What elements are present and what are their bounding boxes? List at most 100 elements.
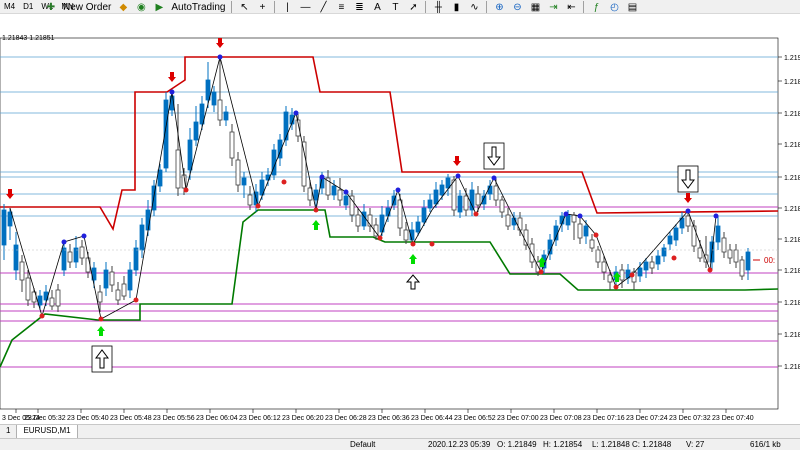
vertical-line-icon[interactable]: | (280, 1, 294, 13)
candlestick-icon[interactable]: ▮ (449, 1, 463, 13)
fibonacci-icon[interactable]: ≣ (352, 1, 366, 13)
candle-body (97, 291, 103, 303)
time-label: 23 Dec 07:00 (497, 415, 539, 422)
swing-high-dot (577, 213, 583, 219)
candle-body (655, 255, 661, 265)
tab-eurusd-m1[interactable]: EURUSD,M1 (17, 425, 78, 438)
text-tool-icon[interactable]: A (370, 1, 384, 13)
swing-low-dot (255, 203, 261, 209)
swing-high-dot (293, 110, 299, 116)
candle-body (79, 246, 85, 259)
autoscroll-icon[interactable]: ⇥ (546, 1, 560, 13)
candle-body (55, 289, 61, 307)
swing-high-dot (491, 175, 497, 181)
candle-body (355, 214, 361, 227)
swing-low-dot (39, 313, 45, 319)
candle-body (565, 214, 571, 226)
time-label: 23 Dec 07:32 (669, 415, 711, 422)
candle-body (685, 215, 691, 227)
resistance-line (0, 56, 779, 232)
time-label: 23 Dec 06:20 (282, 415, 324, 422)
buy-arrow-icon (312, 220, 320, 230)
candle-body (187, 139, 193, 171)
time-label: 23 Dec 06:28 (325, 415, 367, 422)
candle-body (715, 225, 721, 243)
price-chart[interactable]: 00: 1.219 1.218 1.218 1.218 1.218 1.218 1.218 1.… (0, 32, 800, 424)
candle-body (127, 269, 133, 291)
candle-body (115, 289, 121, 301)
candle-body (343, 195, 349, 206)
candle-body (85, 257, 91, 273)
zoom-out-icon[interactable]: ⊖ (510, 1, 524, 13)
candle-body (673, 227, 679, 241)
chart-canvas[interactable]: 00: 1.219 1.218 1.218 1.218 1.218 1.218 1.218 1.… (0, 32, 800, 424)
candle-body (745, 251, 751, 271)
time-label: 23 Dec 05:32 (24, 415, 66, 422)
label-tool-icon[interactable]: T (388, 1, 402, 13)
swing-high-dot (455, 173, 461, 179)
swing-low-dot (671, 255, 677, 261)
crosshair-icon[interactable]: + (255, 1, 269, 13)
candle-body (397, 199, 403, 229)
candle-body (517, 217, 523, 231)
timeframe-m4[interactable]: M4 (0, 2, 19, 11)
candle-body (337, 189, 343, 201)
chart-shift-icon[interactable]: ⇤ (564, 1, 578, 13)
plot-frame (0, 37, 779, 410)
new-order-icon[interactable]: ✚ (44, 1, 58, 13)
time-label: 23 Dec 05:48 (110, 415, 152, 422)
status-close: C: 1.21848 (632, 440, 672, 449)
price-label: 1.218 (784, 175, 800, 182)
time-label: 23 Dec 07:40 (712, 415, 754, 422)
candle-body (67, 251, 73, 263)
time-label: 23 Dec 06:36 (368, 415, 410, 422)
candle-body (175, 149, 181, 189)
candle-body (451, 179, 457, 211)
candle-body (283, 111, 289, 141)
candle-body (667, 235, 673, 245)
candle-body (649, 261, 655, 269)
indicators-icon[interactable]: ƒ (589, 1, 603, 13)
cursor-icon[interactable]: ↖ (237, 1, 251, 13)
candle-body (619, 269, 625, 281)
candle-body (595, 249, 601, 263)
tile-windows-icon[interactable]: ▦ (528, 1, 542, 13)
templates-icon[interactable]: ▤ (625, 1, 639, 13)
time-label: 23 Dec 06:12 (239, 415, 281, 422)
periods-icon[interactable]: ◴ (607, 1, 621, 13)
bar-chart-icon[interactable]: ╫ (431, 1, 445, 13)
tab-1[interactable]: 1 (0, 425, 18, 438)
swing-low-dot (613, 284, 619, 290)
candle-body (637, 267, 643, 277)
timeframe-d1[interactable]: D1 (19, 2, 37, 11)
equidistant-channel-icon[interactable]: ≡ (334, 1, 348, 13)
arrows-tool-icon[interactable]: ➚ (406, 1, 420, 13)
zoom-in-icon[interactable]: ⊕ (492, 1, 506, 13)
swing-low-dot (410, 241, 416, 247)
candle-body (583, 225, 589, 237)
swing-high-dot (713, 213, 719, 219)
swing-high-dot (343, 189, 349, 195)
autotrading-icon[interactable]: ▶ (152, 1, 166, 13)
navigator-icon[interactable]: ◉ (134, 1, 148, 13)
candle-body (19, 261, 25, 281)
swing-high-dot (685, 208, 691, 214)
new-order-button[interactable]: New Order (60, 0, 114, 14)
price-label: 1.218 (784, 300, 800, 307)
autotrading-button[interactable]: AutoTrading (168, 0, 228, 14)
candle-body (49, 297, 55, 307)
time-label: 23 Dec 05:40 (67, 415, 109, 422)
candle-body (139, 224, 145, 251)
trendline-icon[interactable]: ╱ (316, 1, 330, 13)
line-chart-icon[interactable]: ∿ (467, 1, 481, 13)
candle-body (415, 221, 421, 233)
horizontal-line-icon[interactable]: — (298, 1, 312, 13)
market-watch-icon[interactable]: ◆ (116, 1, 130, 13)
swing-low-dot (707, 267, 713, 273)
candle-body (727, 249, 733, 259)
swing-low-dot (377, 235, 383, 241)
sell-arrow-icon (453, 156, 461, 166)
price-label: 1.218 (784, 79, 800, 86)
toolbar-separator (486, 1, 488, 13)
status-open: O: 1.21849 (497, 440, 537, 449)
